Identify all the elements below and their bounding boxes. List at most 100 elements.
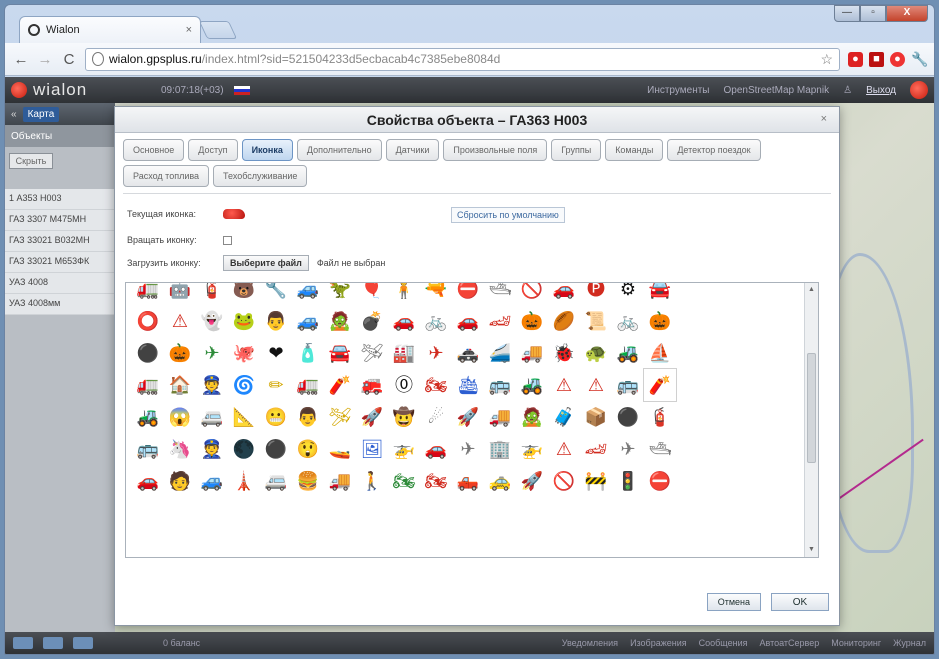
forward-arrow-icon[interactable]: → xyxy=(37,51,53,68)
gallery-icon[interactable]: 🐻 xyxy=(228,283,260,305)
gallery-icon[interactable]: 🦖 xyxy=(324,283,356,305)
gallery-icon[interactable]: 🧟 xyxy=(516,401,548,433)
gallery-icon[interactable]: 🏎 xyxy=(580,433,612,465)
list-item[interactable]: 1 А353 Н003 xyxy=(5,189,115,210)
extension-red-icon[interactable]: ● xyxy=(848,51,863,67)
gallery-icon[interactable]: ⛔ xyxy=(644,465,676,497)
extension-circle-icon[interactable]: ● xyxy=(890,51,905,67)
gallery-icon[interactable]: 🚌 xyxy=(132,433,164,465)
gallery-icon[interactable]: 🚜 xyxy=(516,369,548,401)
gallery-icon[interactable]: 🚗 xyxy=(452,305,484,337)
gallery-icon[interactable]: 🦄 xyxy=(164,433,196,465)
gallery-icon[interactable]: ✈ xyxy=(612,433,644,465)
gallery-icon[interactable]: 🛻 xyxy=(452,465,484,497)
gallery-icon[interactable]: 🚕 xyxy=(484,465,516,497)
gallery-icon[interactable]: 😱 xyxy=(164,401,196,433)
gallery-icon[interactable]: 🧨 xyxy=(324,369,356,401)
gallery-icon[interactable]: 🚒 xyxy=(356,369,388,401)
gallery-icon[interactable]: 🚶 xyxy=(356,465,388,497)
gallery-icon[interactable]: 🎃 xyxy=(644,305,676,337)
gallery-icon[interactable]: 🧯 xyxy=(196,283,228,305)
choose-file-button[interactable]: Выберите файл xyxy=(223,255,309,271)
gallery-icon[interactable]: 🖼 xyxy=(356,433,388,465)
map-button[interactable]: Карта xyxy=(22,106,60,122)
gallery-icon[interactable]: 👮 xyxy=(196,369,228,401)
gallery-icon[interactable]: 🚙 xyxy=(292,283,324,305)
back-arrow-icon[interactable]: ← xyxy=(13,51,29,68)
objects-tab[interactable]: Объекты xyxy=(5,125,115,147)
gallery-icon[interactable]: ☄ xyxy=(420,401,452,433)
gallery-icon[interactable]: 👨 xyxy=(260,305,292,337)
gallery-icon[interactable]: 🧯 xyxy=(644,401,676,433)
gallery-icon[interactable]: ⛵ xyxy=(644,337,676,369)
gallery-icon[interactable]: 🏠 xyxy=(164,369,196,401)
gallery-icon[interactable]: ✏ xyxy=(260,369,292,401)
gallery-icon[interactable]: 🚓 xyxy=(452,337,484,369)
close-icon[interactable]: × xyxy=(821,113,827,125)
gallery-icon[interactable]: 🚐 xyxy=(196,401,228,433)
gallery-icon[interactable]: 🚙 xyxy=(196,465,228,497)
gallery-icon[interactable]: 🚧 xyxy=(580,465,612,497)
map-source-menu[interactable]: OpenStreetMap Mapnik xyxy=(723,85,829,96)
gallery-icon[interactable]: ✈ xyxy=(420,337,452,369)
gallery-icon[interactable]: 🏍 xyxy=(420,465,452,497)
gallery-icon[interactable]: 📜 xyxy=(580,305,612,337)
gallery-icon[interactable]: 🛩 xyxy=(356,337,388,369)
gallery-icon[interactable]: 🤠 xyxy=(388,401,420,433)
extension-square-icon[interactable]: ■ xyxy=(869,51,884,67)
gallery-icon[interactable]: 🧟 xyxy=(324,305,356,337)
gallery-icon[interactable]: 👨 xyxy=(292,401,324,433)
gallery-icon[interactable]: 🚘 xyxy=(324,337,356,369)
gallery-icon[interactable]: 🚁 xyxy=(516,433,548,465)
gallery-icon[interactable]: 🧳 xyxy=(548,401,580,433)
gallery-icon[interactable]: 🚄 xyxy=(484,337,516,369)
gallery-icon[interactable]: 👮 xyxy=(196,433,228,465)
gallery-icon[interactable]: 🌑 xyxy=(228,433,260,465)
gallery-icon[interactable]: 🚗 xyxy=(420,433,452,465)
list-item[interactable]: УАЗ 4008мм xyxy=(5,294,115,315)
gallery-icon[interactable]: 🏍 xyxy=(388,465,420,497)
chart-icon[interactable] xyxy=(43,637,63,649)
gallery-icon[interactable]: 🚀 xyxy=(516,465,548,497)
browser-tab[interactable]: Wialon × xyxy=(19,16,201,43)
gallery-icon[interactable]: ⚠ xyxy=(548,433,580,465)
gallery-icon[interactable]: 🛳 xyxy=(452,369,484,401)
address-bar[interactable]: wialon.gpsplus.ru/index.html?sid=5215042… xyxy=(85,47,840,71)
maximize-button[interactable]: ▫ xyxy=(860,5,886,22)
gallery-icon[interactable]: 🏎 xyxy=(484,305,516,337)
tab-advanced[interactable]: Дополнительно xyxy=(296,139,382,161)
gallery-icon[interactable]: 🐸 xyxy=(228,305,260,337)
gallery-icon[interactable]: 🔧 xyxy=(260,283,292,305)
gallery-icon[interactable]: ✈ xyxy=(452,433,484,465)
list-item[interactable]: ГАЗ 33021 В032МН xyxy=(5,231,115,252)
gallery-icon[interactable]: 💣 xyxy=(356,305,388,337)
logout-link[interactable]: Выход xyxy=(866,85,896,96)
gallery-icon[interactable]: 🛥 xyxy=(484,283,516,305)
gallery-icon[interactable]: 🍔 xyxy=(292,465,324,497)
gallery-icon[interactable]: 🚛 xyxy=(292,369,324,401)
ok-button[interactable]: OK xyxy=(771,593,829,611)
gallery-icon[interactable]: 🤖 xyxy=(164,283,196,305)
gallery-icon[interactable]: ⚠ xyxy=(580,369,612,401)
rotate-icon-checkbox[interactable] xyxy=(223,235,232,245)
gallery-icon[interactable]: 👻 xyxy=(196,305,228,337)
gallery-icon[interactable]: 🎃 xyxy=(516,305,548,337)
cancel-button[interactable]: Отмена xyxy=(706,593,761,611)
gallery-icon[interactable]: ⚠ xyxy=(164,305,196,337)
language-flag-icon[interactable] xyxy=(233,85,250,95)
gallery-icon[interactable]: ⚫ xyxy=(612,401,644,433)
gallery-icon[interactable]: 🚲 xyxy=(612,305,644,337)
minimize-button[interactable]: — xyxy=(834,5,860,22)
gallery-icon[interactable]: 🐙 xyxy=(228,337,260,369)
gallery-icon[interactable]: 🚌 xyxy=(484,369,516,401)
gallery-icon[interactable]: 🗼 xyxy=(228,465,260,497)
list-item[interactable]: ГАЗ 33021 М653ФК xyxy=(5,252,115,273)
gallery-icon[interactable]: 😲 xyxy=(292,433,324,465)
gallery-icon[interactable]: 🧍 xyxy=(388,283,420,305)
new-tab-button[interactable] xyxy=(198,21,238,39)
scroll-up-icon[interactable]: ▲ xyxy=(805,283,818,297)
page-info-icon[interactable] xyxy=(92,52,104,66)
scroll-thumb[interactable] xyxy=(807,353,816,463)
gallery-icon[interactable]: 🚲 xyxy=(420,305,452,337)
gallery-icon[interactable]: 🏢 xyxy=(484,433,516,465)
